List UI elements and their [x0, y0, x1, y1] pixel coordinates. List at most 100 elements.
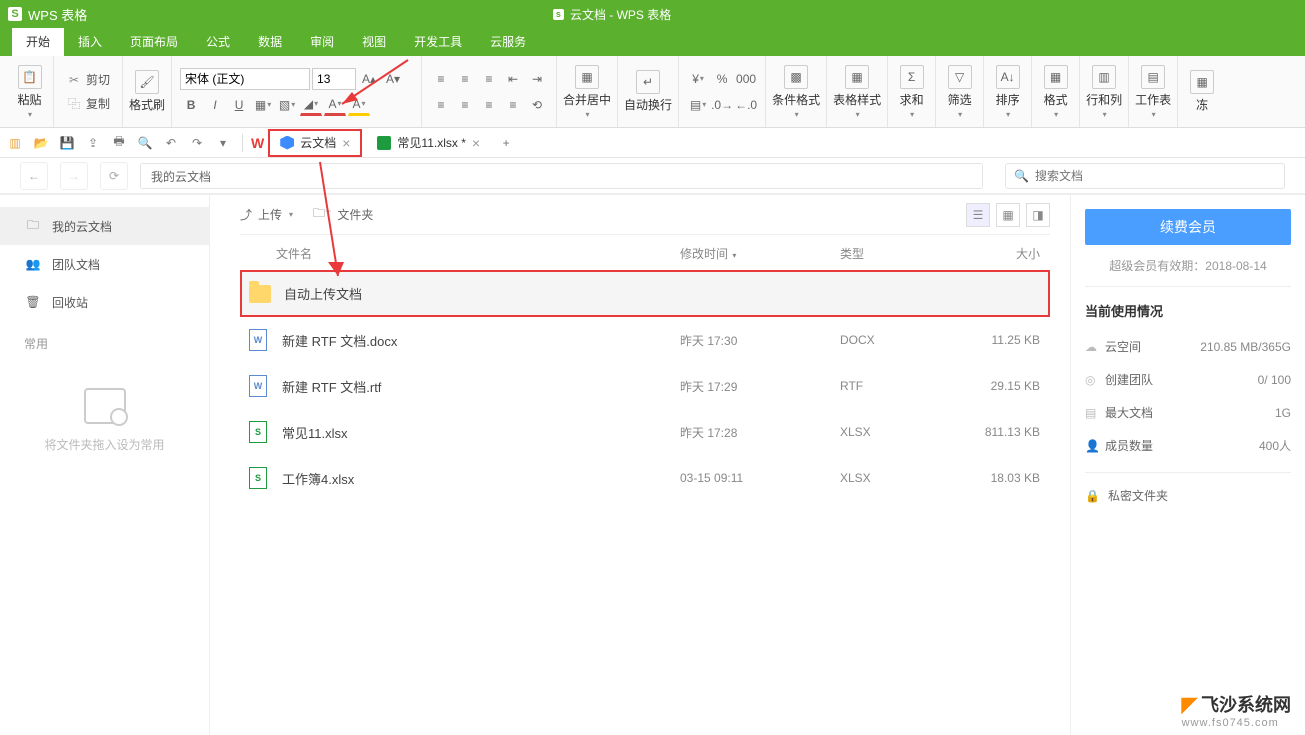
upload-button[interactable]: ⤴上传▾	[240, 206, 293, 223]
freeze-button[interactable]: ▦冻	[1178, 56, 1226, 127]
orientation-button[interactable]: ⟲	[526, 94, 548, 116]
sum-button[interactable]: Σ求和▾	[888, 56, 936, 127]
increase-font-button[interactable]: A▴	[358, 68, 380, 90]
panel-toggle-button[interactable]: ◨	[1026, 203, 1050, 227]
redo-button[interactable]: ↷	[186, 132, 208, 154]
format-painter-label: 格式刷	[129, 96, 165, 113]
file-toolbar: ⤴上传▾ 🗀⁺文件夹 ☰ ▦ ◨	[240, 195, 1050, 235]
align-center-button[interactable]: ≡	[454, 94, 476, 116]
file-row[interactable]: 工作簿4.xlsx 03-15 09:11 XLSX 18.03 KB	[240, 455, 1050, 501]
file-row[interactable]: 新建 RTF 文档.rtf 昨天 17:29 RTF 29.15 KB	[240, 363, 1050, 409]
file-row[interactable]: 常见11.xlsx 昨天 17:28 XLSX 811.13 KB	[240, 409, 1050, 455]
menu-cloud[interactable]: 云服务	[476, 28, 540, 56]
number-format-button[interactable]: ▤▾	[687, 94, 709, 116]
list-view-button[interactable]: ☰	[966, 203, 990, 227]
nav-forward-button[interactable]: →	[60, 162, 88, 190]
font-size-input[interactable]	[312, 68, 356, 90]
sidebar-trash[interactable]: 🗑回收站	[0, 283, 209, 321]
menu-view[interactable]: 视图	[348, 28, 400, 56]
dropzone[interactable]: 将文件夹拖入设为常用	[0, 388, 209, 453]
percent-button[interactable]: %	[711, 68, 733, 90]
team-icon: 👥	[24, 255, 42, 273]
file-row[interactable]: 自动上传文档	[240, 270, 1050, 317]
file-row[interactable]: 新建 RTF 文档.docx 昨天 17:30 DOCX 11.25 KB	[240, 317, 1050, 363]
renew-membership-button[interactable]: 续费会员	[1085, 209, 1291, 245]
nav-back-button[interactable]: ←	[20, 162, 48, 190]
doc-icon: ▤	[1085, 406, 1105, 420]
rowcol-button[interactable]: ▥行和列▾	[1080, 56, 1129, 127]
fill-color-button[interactable]: ◢▾	[300, 94, 322, 116]
open-button[interactable]: 📂	[30, 132, 52, 154]
file-list-header: 文件名 修改时间 ▾ 类型 大小	[240, 235, 1050, 270]
decrease-decimal-button[interactable]: ←.0	[735, 94, 757, 116]
sort-button[interactable]: A↓排序▾	[984, 56, 1032, 127]
menu-pagelayout[interactable]: 页面布局	[116, 28, 192, 56]
underline-button[interactable]: U	[228, 94, 250, 116]
merge-button[interactable]: ▦合并居中▾	[557, 56, 618, 127]
indent-left-button[interactable]: ⇤	[502, 68, 524, 90]
cell-style-button[interactable]: ▧▾	[276, 94, 298, 116]
copy-button[interactable]: ⿻复制	[62, 94, 114, 114]
align-top-button[interactable]: ≡	[430, 68, 452, 90]
close-icon[interactable]: ×	[472, 135, 480, 151]
export-button[interactable]: ⇪	[82, 132, 104, 154]
menu-formula[interactable]: 公式	[192, 28, 244, 56]
cond-format-button[interactable]: ▩条件格式▾	[766, 56, 827, 127]
italic-button[interactable]: I	[204, 94, 226, 116]
search-input[interactable]	[1035, 169, 1276, 183]
comma-button[interactable]: 000	[735, 68, 757, 90]
wps-home-button[interactable]: W	[251, 135, 264, 151]
qat-dropdown[interactable]: ▾	[212, 132, 234, 154]
col-type[interactable]: 类型	[840, 245, 960, 262]
menu-data[interactable]: 数据	[244, 28, 296, 56]
align-left-button[interactable]: ≡	[430, 94, 452, 116]
format-button[interactable]: ▦格式▾	[1032, 56, 1080, 127]
print-preview-button[interactable]: 🔍	[134, 132, 156, 154]
font-family-input[interactable]	[180, 68, 310, 90]
menu-devtools[interactable]: 开发工具	[400, 28, 476, 56]
new-doc-button[interactable]: ▥	[4, 132, 26, 154]
align-right-button[interactable]: ≡	[478, 94, 500, 116]
print-button[interactable]: 🖶	[108, 132, 130, 154]
save-button[interactable]: 💾	[56, 132, 78, 154]
close-icon[interactable]: ×	[342, 135, 350, 151]
sidebar-team-docs[interactable]: 👥团队文档	[0, 245, 209, 283]
col-name[interactable]: 文件名	[276, 245, 680, 262]
tab-xlsx-file[interactable]: 常见11.xlsx * ×	[366, 129, 491, 157]
menu-insert[interactable]: 插入	[64, 28, 116, 56]
new-folder-button[interactable]: 🗀⁺文件夹	[313, 204, 373, 225]
paste-icon: 📋	[18, 65, 42, 89]
increase-decimal-button[interactable]: .0→	[711, 94, 733, 116]
filter-button[interactable]: ▽筛选▾	[936, 56, 984, 127]
col-time[interactable]: 修改时间 ▾	[680, 245, 840, 262]
sheet-button[interactable]: ▤工作表▾	[1129, 56, 1178, 127]
align-bottom-button[interactable]: ≡	[478, 68, 500, 90]
grid-view-button[interactable]: ▦	[996, 203, 1020, 227]
format-painter-button[interactable]: 🖌 格式刷	[123, 56, 172, 127]
new-tab-button[interactable]: +	[495, 132, 517, 154]
align-justify-button[interactable]: ≡	[502, 94, 524, 116]
menu-review[interactable]: 审阅	[296, 28, 348, 56]
undo-button[interactable]: ↶	[160, 132, 182, 154]
currency-button[interactable]: ¥▾	[687, 68, 709, 90]
font-color-button[interactable]: A▾	[324, 94, 346, 116]
border-button[interactable]: ▦▾	[252, 94, 274, 116]
decrease-font-button[interactable]: A▾	[382, 68, 404, 90]
indent-right-button[interactable]: ⇥	[526, 68, 548, 90]
sidebar-my-docs[interactable]: 🗀我的云文档	[0, 207, 209, 245]
path-input[interactable]: 我的云文档	[140, 163, 983, 189]
table-style-button[interactable]: ▦表格样式▾	[827, 56, 888, 127]
private-folder-button[interactable]: 🔒私密文件夹	[1085, 472, 1291, 518]
align-middle-button[interactable]: ≡	[454, 68, 476, 90]
search-box[interactable]: 🔍	[1005, 163, 1285, 189]
file-icon	[248, 285, 272, 303]
col-size[interactable]: 大小	[960, 245, 1050, 262]
bold-button[interactable]: B	[180, 94, 202, 116]
paste-group[interactable]: 📋 粘贴▾	[6, 56, 54, 127]
wrap-button[interactable]: ↵自动换行	[618, 56, 679, 127]
nav-refresh-button[interactable]: ⟳	[100, 162, 128, 190]
menu-start[interactable]: 开始	[12, 28, 64, 56]
tab-cloud-docs[interactable]: 云文档 ×	[268, 129, 362, 157]
cut-button[interactable]: ✂剪切	[62, 70, 114, 90]
highlight-button[interactable]: A▾	[348, 94, 370, 116]
